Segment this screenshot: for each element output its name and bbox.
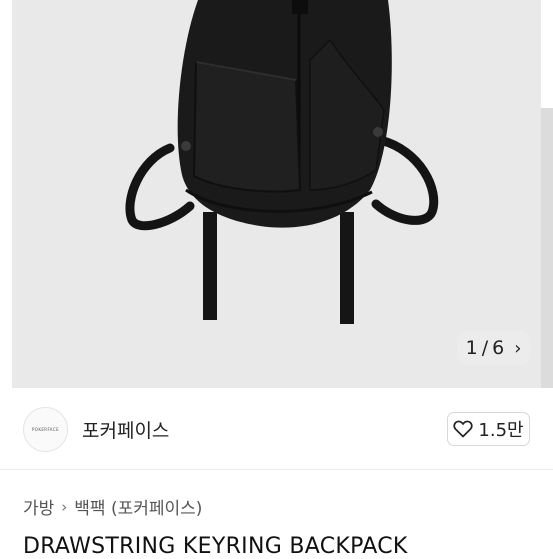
product-image-gallery[interactable]: 1 / 6 › (0, 0, 553, 388)
shop-name[interactable]: 포커페이스 (82, 416, 169, 443)
breadcrumb-item-bags[interactable]: 가방 (23, 494, 54, 519)
heart-outline-icon (453, 420, 474, 438)
breadcrumb: 가방 › 백팩 (포커페이스) (23, 494, 202, 520)
gallery-pager-button[interactable]: 1 / 6 › (457, 331, 530, 365)
gallery-edge (541, 0, 553, 388)
like-count: 1.5만 (478, 420, 524, 441)
shop-avatar[interactable]: POKERFACE (23, 407, 68, 452)
shop-info-row: POKERFACE 포커페이스 1.5만 (0, 388, 553, 470)
gallery-total-count: 6 (492, 337, 505, 359)
breadcrumb-item-backpack[interactable]: 백팩 (포커페이스) (74, 494, 202, 519)
gallery-current-index: 1 (465, 337, 478, 359)
product-title: DRAWSTRING KEYRING BACKPACK (23, 534, 408, 559)
chevron-right-icon: › (514, 337, 522, 359)
backpack-product-photo (0, 0, 553, 388)
gallery-separator: / (481, 337, 489, 359)
shop-logo-text: POKERFACE (31, 427, 59, 432)
gallery-edge (0, 0, 12, 388)
chevron-right-icon: › (61, 497, 68, 516)
like-button[interactable]: 1.5만 (447, 412, 530, 446)
